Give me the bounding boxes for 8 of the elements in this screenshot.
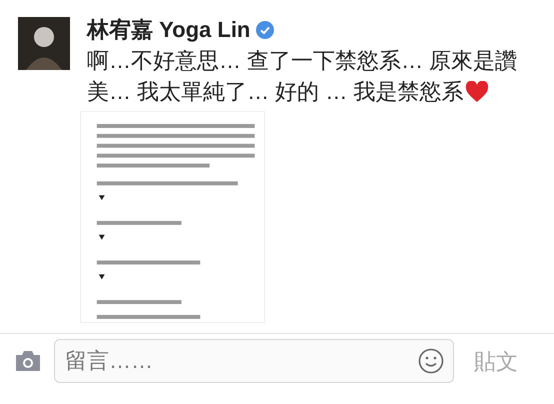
post-text: 啊…不好意思… 查了一下禁慾系… 原來是讚 (87, 48, 518, 73)
heart-icon (465, 80, 490, 102)
post-text: 美… 我太單純了… 好的 … 我是禁慾系 (87, 78, 464, 106)
smiley-icon[interactable] (418, 348, 444, 374)
author-name[interactable]: 林宥嘉 Yoga Lin (87, 19, 250, 41)
comment-field[interactable]: 留言…… (54, 339, 454, 383)
camera-icon[interactable] (14, 350, 42, 372)
avatar[interactable] (18, 17, 70, 70)
